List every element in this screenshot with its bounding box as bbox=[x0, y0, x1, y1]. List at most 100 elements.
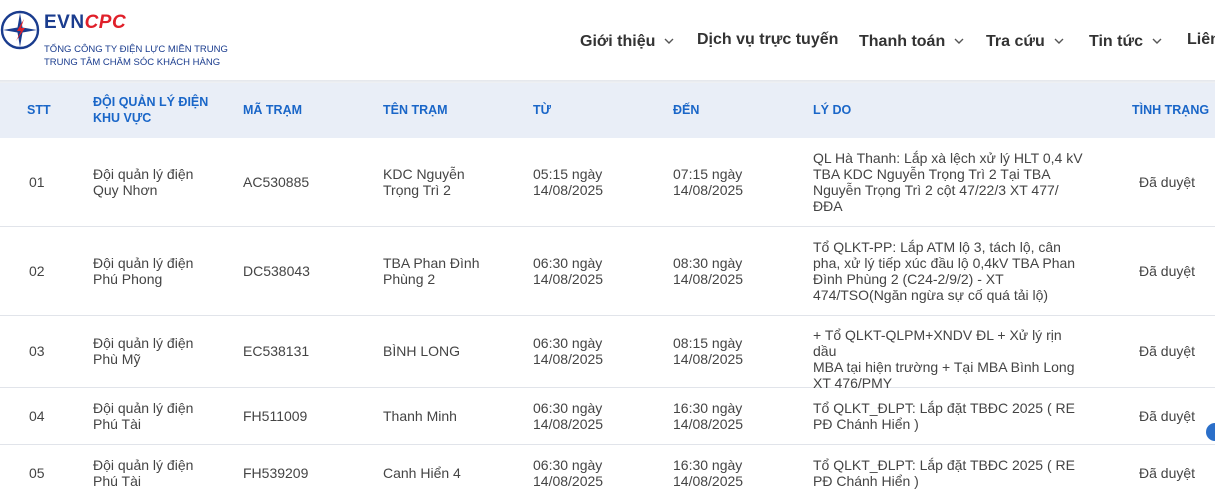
cell-from-time: 06:30 ngày bbox=[533, 335, 603, 351]
cell-from-time: 05:15 ngày bbox=[533, 166, 603, 182]
cell-from-time: 06:30 ngày bbox=[533, 400, 603, 416]
status-badge: Đã duyệt bbox=[1139, 343, 1196, 359]
cell-reason-line: Nguyễn Trọng Trì 2 cột 47/22/3 XT 477/ bbox=[813, 182, 1059, 198]
cell-team-line2: Phú Tài bbox=[93, 416, 141, 432]
cell-station: BÌNH LONG bbox=[383, 343, 503, 359]
cell-team-line2: Phú Tài bbox=[93, 473, 141, 489]
cell-reason-line: ĐĐA bbox=[813, 198, 843, 214]
cell-station-line1: KDC Nguyễn bbox=[383, 166, 465, 182]
cell-reason: Tổ QLKT-PP: Lắp ATM lộ 3, tách lộ, cân p… bbox=[813, 239, 1085, 303]
status-badge: Đã duyệt bbox=[1139, 174, 1196, 190]
cell-station: Thanh Minh bbox=[383, 408, 503, 424]
table-header: STT ĐỘI QUẢN LÝ ĐIỆN KHU VỰC MÃ TRẠM TÊN… bbox=[0, 83, 1215, 138]
cell-to-date: 14/08/2025 bbox=[673, 182, 744, 198]
cell-station-line1: Canh Hiển 4 bbox=[383, 465, 461, 481]
cell-stt: 03 bbox=[29, 343, 45, 359]
cell-from-date: 14/08/2025 bbox=[533, 351, 604, 367]
nav-label: Thanh toán bbox=[859, 33, 946, 50]
chevron-down-icon bbox=[1054, 30, 1064, 50]
col-header-code: MÃ TRẠM bbox=[243, 103, 303, 117]
cell-code: DC538043 bbox=[243, 263, 310, 279]
nav-label: Dịch vụ trực tuyến bbox=[697, 31, 839, 48]
cell-team: Đội quản lý điện Phú Tài bbox=[93, 400, 223, 432]
status-badge: Đã duyệt bbox=[1139, 465, 1196, 481]
cell-from-date: 14/08/2025 bbox=[533, 416, 604, 432]
cell-reason-line: Tổ QLKT-PP: Lắp ATM lộ 3, tách lộ, cân bbox=[813, 239, 1061, 255]
main-nav: Giới thiệu Dịch vụ trực tuyến Thanh toán… bbox=[0, 0, 1215, 80]
cell-from: 05:15 ngày 14/08/2025 bbox=[533, 166, 633, 198]
cell-reason: + Tổ QLKT-QLPM+XNDV ĐL + Xử lý rịn dầu M… bbox=[813, 327, 1085, 391]
cell-team-line1: Đội quản lý điện bbox=[93, 335, 194, 351]
nav-item-tin-tuc[interactable]: Tin tức bbox=[1089, 30, 1162, 52]
cell-from: 06:30 ngày 14/08/2025 bbox=[533, 335, 633, 367]
cell-team-line2: Phú Phong bbox=[93, 271, 163, 287]
cell-reason: Tổ QLKT_ĐLPT: Lắp đặt TBĐC 2025 ( RE PĐ … bbox=[813, 457, 1085, 489]
cell-station-line1: Thanh Minh bbox=[383, 408, 457, 424]
cell-from-time: 06:30 ngày bbox=[533, 255, 603, 271]
cell-from: 06:30 ngày 14/08/2025 bbox=[533, 255, 633, 287]
cell-to-date: 14/08/2025 bbox=[673, 473, 744, 489]
cell-to-time: 08:30 ngày bbox=[673, 255, 743, 271]
status-badge: Đã duyệt bbox=[1139, 408, 1196, 424]
cell-to: 16:30 ngày 14/08/2025 bbox=[673, 457, 773, 489]
cell-to-time: 08:15 ngày bbox=[673, 335, 743, 351]
cell-to-date: 14/08/2025 bbox=[673, 416, 744, 432]
nav-item-dich-vu-truc-tuyen[interactable]: Dịch vụ trực tuyến bbox=[697, 30, 838, 50]
cell-reason-line: MBA tại hiện trường + Tại MBA Bình Long bbox=[813, 359, 1075, 375]
cell-reason-line: TBA KDC Nguyễn Trọng Trì 2 Tại TBA bbox=[813, 166, 1051, 182]
cell-reason-line: Đình Phùng 2 (C24-2/9/2) - XT bbox=[813, 271, 1004, 287]
nav-item-lien-he[interactable]: Liên bbox=[1187, 30, 1215, 50]
status-badge: Đã duyệt bbox=[1139, 263, 1196, 279]
cell-station-line1: TBA Phan Đình bbox=[383, 255, 480, 271]
cell-reason-line: + Tổ QLKT-QLPM+XNDV ĐL + Xử lý rịn dầu bbox=[813, 327, 1062, 359]
cell-reason-line: QL Hà Thanh: Lắp xà lệch xử lý HLT 0,4 k… bbox=[813, 150, 1083, 166]
table-row: 05 Đội quản lý điện Phú Tài FH539209 Can… bbox=[0, 445, 1215, 501]
table-row: 04 Đội quản lý điện Phú Tài FH511009 Tha… bbox=[0, 388, 1215, 445]
cell-from: 06:30 ngày 14/08/2025 bbox=[533, 400, 633, 432]
nav-item-tra-cuu[interactable]: Tra cứu bbox=[986, 30, 1064, 52]
col-header-stt: STT bbox=[27, 103, 51, 117]
cell-team: Đội quản lý điện Quy Nhơn bbox=[93, 166, 223, 198]
cell-reason-line: Tổ QLKT_ĐLPT: Lắp đặt TBĐC 2025 ( RE bbox=[813, 457, 1075, 473]
nav-label: Tra cứu bbox=[986, 33, 1045, 50]
cell-code: EC538131 bbox=[243, 343, 310, 359]
cell-to-date: 14/08/2025 bbox=[673, 351, 744, 367]
cell-reason: Tổ QLKT_ĐLPT: Lắp đặt TBĐC 2025 ( RE PĐ … bbox=[813, 400, 1085, 432]
cell-code: FH539209 bbox=[243, 465, 309, 481]
cell-to-time: 07:15 ngày bbox=[673, 166, 743, 182]
nav-item-gioi-thieu[interactable]: Giới thiệu bbox=[580, 30, 674, 52]
cell-from-time: 06:30 ngày bbox=[533, 457, 603, 473]
cell-to-time: 16:30 ngày bbox=[673, 400, 743, 416]
chevron-down-icon bbox=[1152, 30, 1162, 50]
cell-stt: 02 bbox=[29, 263, 45, 279]
cell-to: 16:30 ngày 14/08/2025 bbox=[673, 400, 773, 432]
cell-team-line1: Đội quản lý điện bbox=[93, 457, 194, 473]
cell-team-line1: Đội quản lý điện bbox=[93, 166, 194, 182]
chevron-down-icon bbox=[664, 30, 674, 50]
cell-team: Đội quản lý điện Phú Phong bbox=[93, 255, 223, 287]
nav-item-thanh-toan[interactable]: Thanh toán bbox=[859, 30, 964, 52]
cell-station-line1: BÌNH LONG bbox=[383, 343, 461, 359]
table-row: 03 Đội quản lý điện Phù Mỹ EC538131 BÌNH… bbox=[0, 316, 1215, 391]
cell-stt: 01 bbox=[29, 174, 45, 190]
cell-to-time: 16:30 ngày bbox=[673, 457, 743, 473]
cell-reason-line: 474/TSO(Ngăn ngừa sự cố quá tải lộ) bbox=[813, 287, 1049, 303]
cell-team-line1: Đội quản lý điện bbox=[93, 255, 194, 271]
cell-from-date: 14/08/2025 bbox=[533, 473, 604, 489]
cell-stt: 04 bbox=[29, 408, 45, 424]
cell-to: 08:30 ngày 14/08/2025 bbox=[673, 255, 773, 287]
cell-station: TBA Phan Đình Phùng 2 bbox=[383, 255, 503, 287]
cell-reason-line: PĐ Chánh Hiển ) bbox=[813, 416, 919, 432]
cell-from-date: 14/08/2025 bbox=[533, 182, 604, 198]
cell-reason-line: PĐ Chánh Hiển ) bbox=[813, 473, 919, 489]
cell-reason-line: pha, xử lý tiếp xúc đầu lộ 0,4kV TBA Pha… bbox=[813, 255, 1076, 271]
site-header: EVNCPC TỔNG CÔNG TY ĐIỆN LỰC MIỀN TRUNG … bbox=[0, 0, 1215, 80]
col-header-team-line2: KHU VỰC bbox=[93, 111, 152, 125]
chevron-down-icon bbox=[954, 30, 964, 50]
nav-label: Tin tức bbox=[1089, 33, 1143, 50]
cell-team-line2: Quy Nhơn bbox=[93, 182, 158, 198]
cell-from-date: 14/08/2025 bbox=[533, 271, 604, 287]
cell-code: AC530885 bbox=[243, 174, 310, 190]
nav-label: Giới thiệu bbox=[580, 33, 656, 50]
cell-stt: 05 bbox=[29, 465, 45, 481]
